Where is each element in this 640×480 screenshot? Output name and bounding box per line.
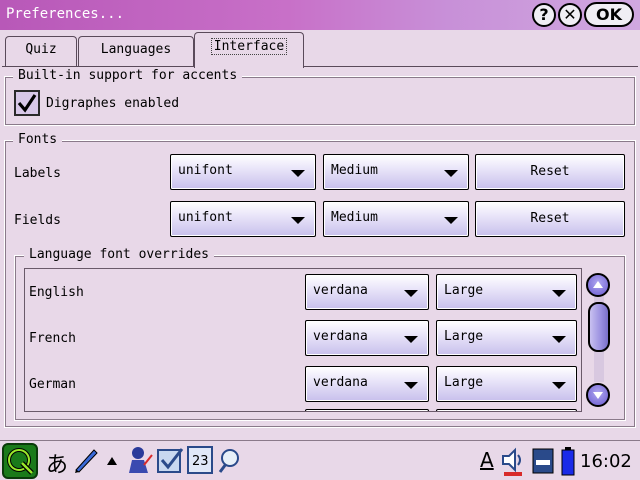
language-label-french: French [29,331,76,346]
pen-icon[interactable] [72,446,100,474]
overrides-legend: Language font overrides [24,248,215,262]
fields-size-select[interactable]: Medium [323,201,469,237]
check-icon [17,94,37,113]
qtopia-menu-icon[interactable] [2,443,38,479]
chevron-down-icon [291,170,305,177]
tab-quiz[interactable]: Quiz [5,36,77,66]
chevron-down-icon [552,336,566,343]
chevron-down-icon [404,382,418,389]
input-method-hiragana[interactable]: あ [46,447,68,479]
french-size-value: Large [444,329,484,344]
french-size-select[interactable]: Large [436,320,577,356]
tab-interface-label: Interface [210,38,288,55]
tab-quiz-label: Quiz [25,42,57,57]
german-size-value: Large [444,375,484,390]
clock: 16:02 [580,451,632,472]
chevron-down-icon [552,290,566,297]
close-button[interactable]: ✕ [558,3,582,27]
scrollbar-thumb[interactable] [588,302,610,352]
english-size-select[interactable]: Large [436,274,577,310]
calendar-day: 23 [192,454,209,469]
french-font-select[interactable]: verdana [305,320,429,356]
title-bar: Preferences... ? ✕ OK [0,0,640,30]
fonts-legend: Fonts [13,133,63,147]
chevron-down-icon [444,217,458,224]
triangle-up-icon[interactable] [106,456,118,466]
scroll-down-button[interactable] [586,383,610,407]
language-label-english: English [29,285,84,300]
volume-icon[interactable] [500,446,528,476]
fields-font-value: unifont [178,210,233,225]
chevron-down-icon [291,217,305,224]
labels-font-value: unifont [178,163,233,178]
english-size-value: Large [444,283,484,298]
english-font-select[interactable]: verdana [305,274,429,310]
tab-languages[interactable]: Languages [78,36,194,66]
ok-button[interactable]: OK [584,2,634,27]
language-label-german: German [29,377,76,392]
calendar-icon[interactable]: 23 [187,446,213,474]
chevron-down-icon [404,336,418,343]
german-font-select[interactable]: verdana [305,366,429,402]
battery-icon[interactable] [561,446,575,476]
tab-languages-label: Languages [100,42,172,57]
window-title: Preferences... [6,6,125,22]
digraphes-checkbox[interactable] [14,90,40,116]
next-font-select[interactable] [305,409,429,411]
chevron-down-icon [444,170,458,177]
fields-size-value: Medium [331,210,378,225]
checklist-icon[interactable] [156,446,184,474]
labels-size-select[interactable]: Medium [323,154,469,190]
labels-font-label: Labels [14,166,61,181]
fields-reset-button[interactable]: Reset [475,201,625,237]
sd-card-icon[interactable] [532,448,554,474]
tab-interface[interactable]: Interface [194,32,304,68]
digraphes-label: Digraphes enabled [46,96,180,111]
fields-font-label: Fields [14,213,61,228]
keyboard-indicator[interactable]: A [480,448,494,472]
german-size-select[interactable]: Large [436,366,577,402]
fields-font-select[interactable]: unifont [170,201,316,237]
labels-font-select[interactable]: unifont [170,154,316,190]
german-font-value: verdana [313,375,368,390]
labels-reset-button[interactable]: Reset [475,154,625,190]
user-icon[interactable] [126,445,154,475]
chevron-down-icon [552,382,566,389]
labels-size-value: Medium [331,163,378,178]
accents-legend: Built-in support for accents [13,69,243,83]
q-logo-icon [7,448,34,475]
next-size-select[interactable] [436,409,577,411]
chevron-down-icon [404,290,418,297]
english-font-value: verdana [313,283,368,298]
overrides-list: English verdana Large French verdana Lar… [24,268,582,412]
scroll-up-button[interactable] [586,273,610,297]
search-person-icon[interactable] [216,446,244,474]
help-button[interactable]: ? [532,3,556,27]
french-font-value: verdana [313,329,368,344]
